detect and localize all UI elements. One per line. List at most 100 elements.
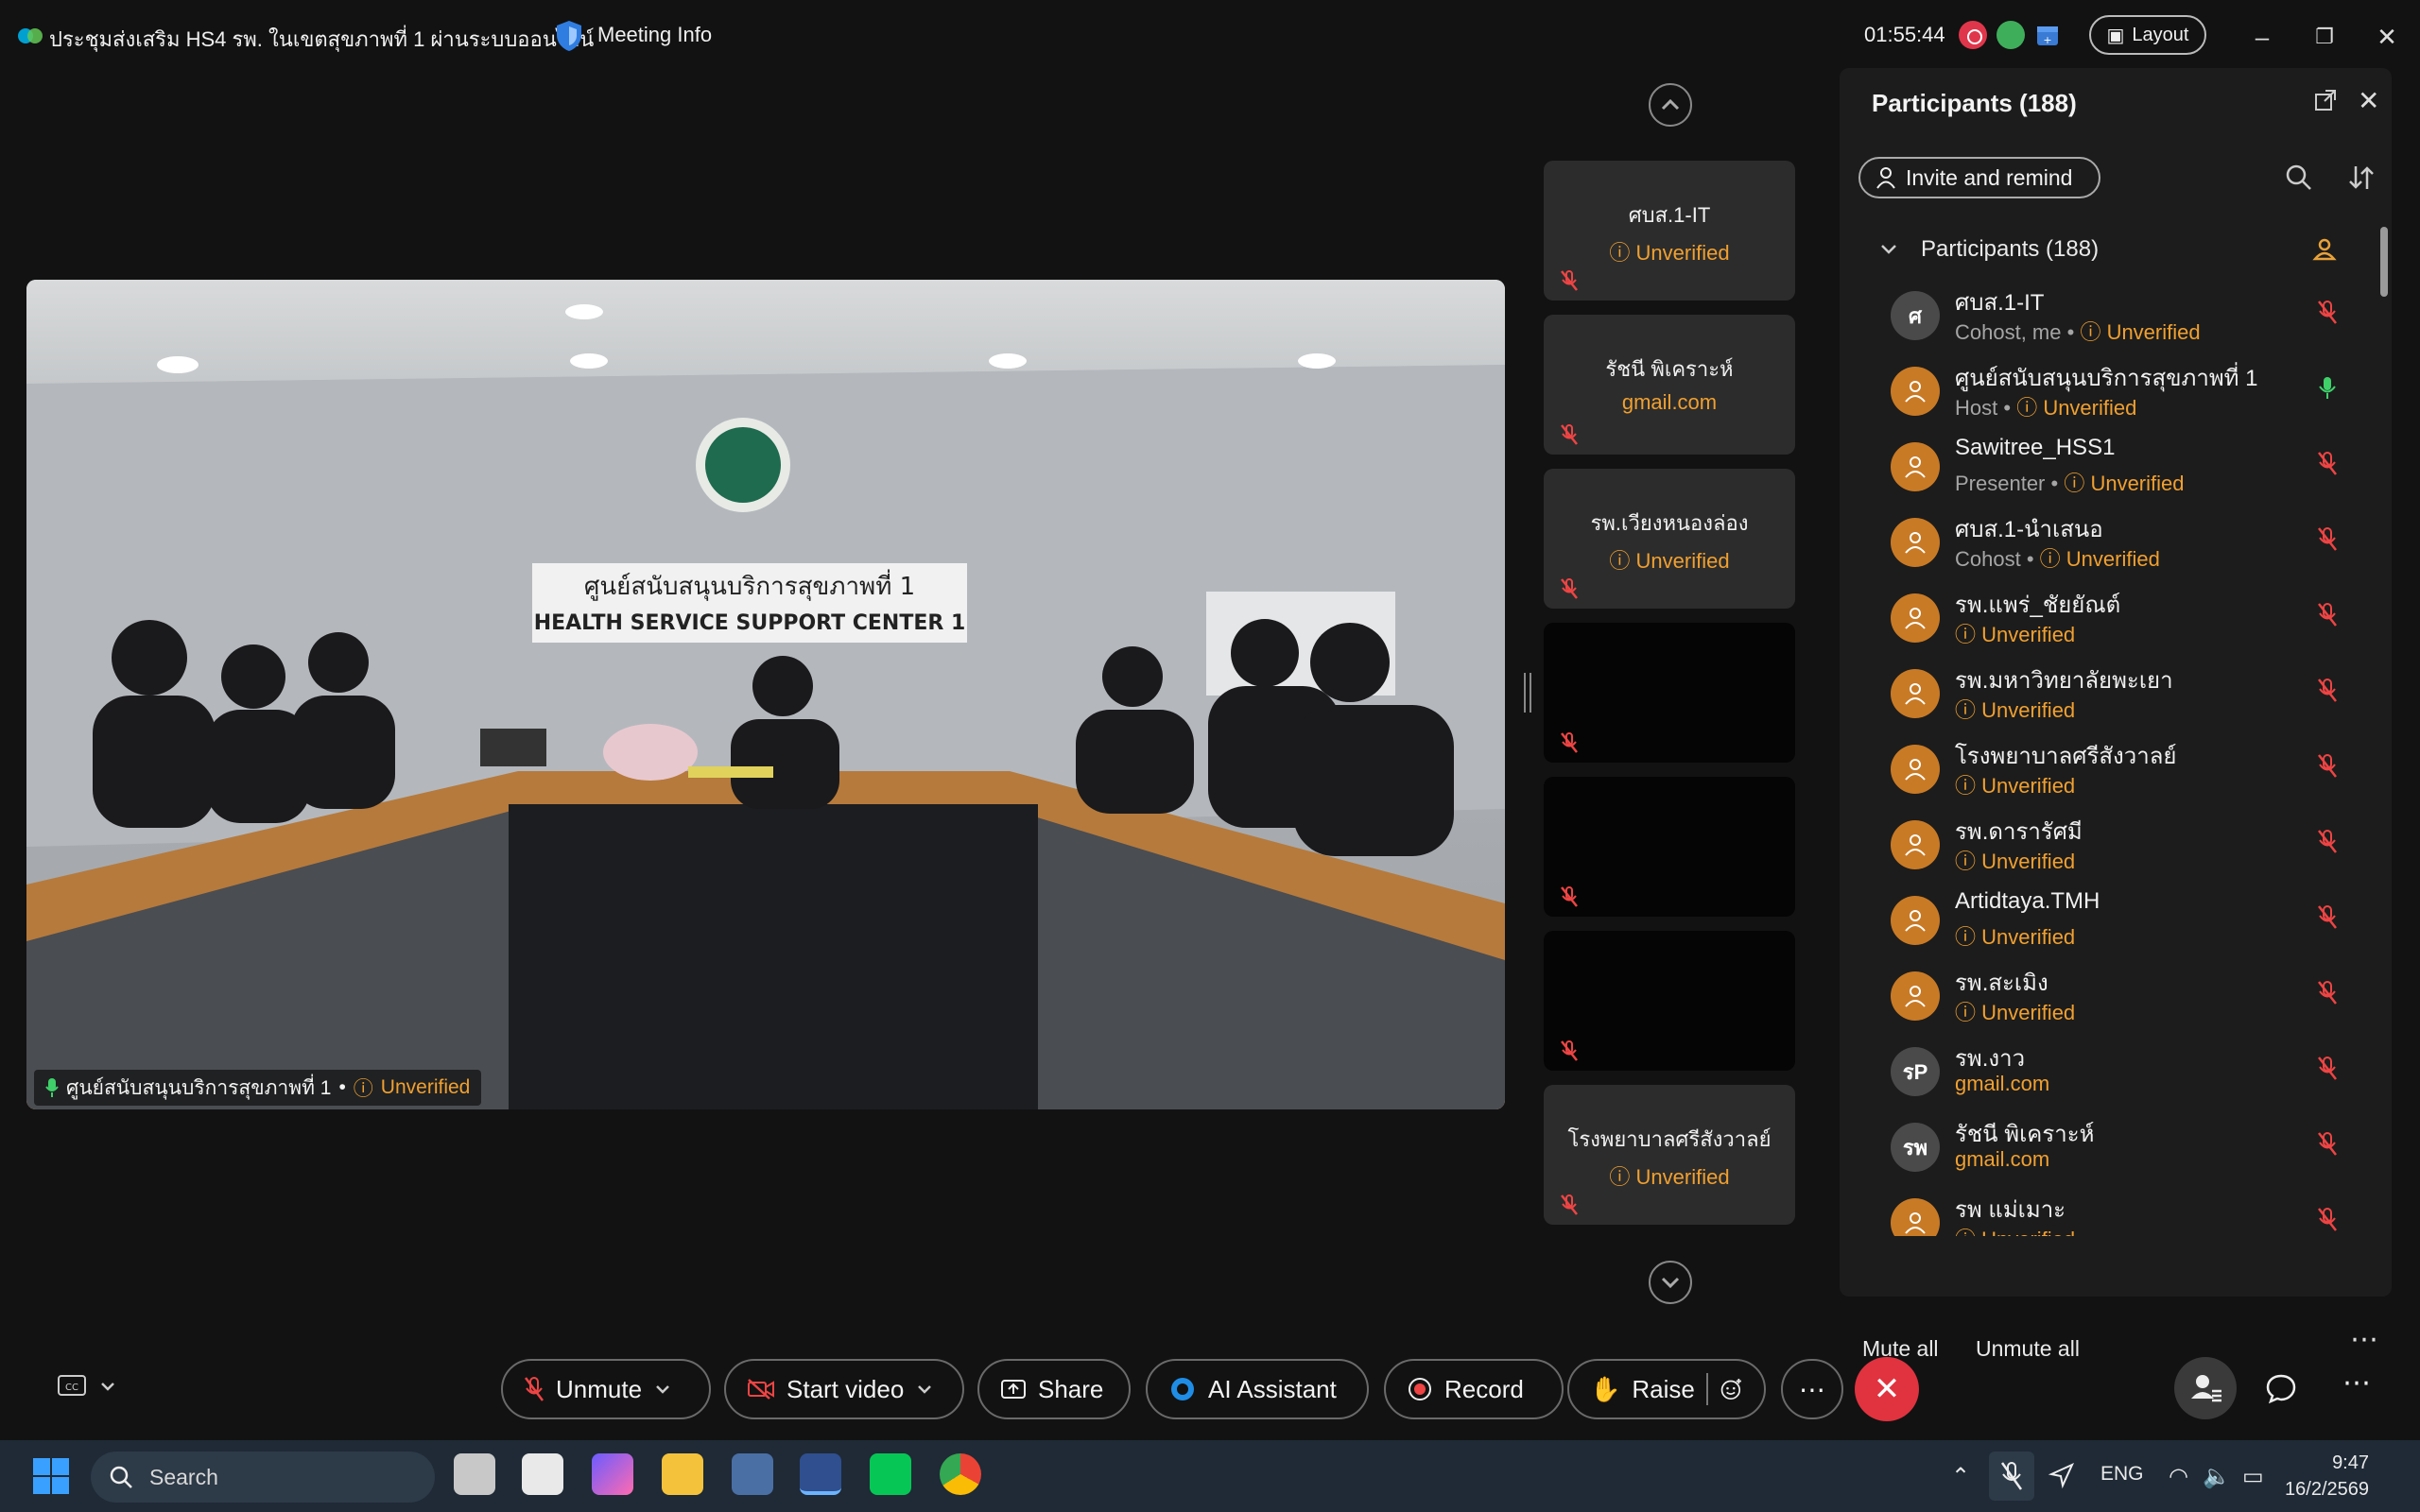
more-options-icon[interactable]: ⋯ xyxy=(2350,1323,2378,1356)
mic-muted-icon[interactable] xyxy=(2316,677,2339,703)
share-button[interactable]: Share xyxy=(977,1359,1131,1419)
participant-row[interactable]: รP รพ.งาว gmail.com xyxy=(1840,1040,2369,1115)
unmute-all-button[interactable]: Unmute all xyxy=(1976,1336,2080,1362)
file-explorer-icon[interactable] xyxy=(662,1453,703,1495)
line-app-icon[interactable] xyxy=(870,1453,911,1495)
shield-icon[interactable] xyxy=(554,19,584,53)
taskbar-clock[interactable]: 9:47 16/2/2569 xyxy=(2265,1450,2369,1503)
participant-role: Presenter xyxy=(1955,472,2046,495)
mic-on-icon xyxy=(45,1078,59,1097)
mic-mute-tray-icon[interactable] xyxy=(1989,1452,2034,1501)
participant-row[interactable]: Artidtaya.TMH ⓘ Unverified xyxy=(1840,888,2369,964)
mic-muted-icon[interactable] xyxy=(2316,1206,2339,1232)
chevron-down-icon[interactable] xyxy=(915,1380,934,1399)
participant-row[interactable]: รพ.แพร่_ชัยยัณต์ ⓘ Unverified xyxy=(1840,586,2369,662)
calendar-icon[interactable]: + xyxy=(2034,21,2063,49)
reactions-icon[interactable] xyxy=(1720,1375,1743,1403)
more-controls-button[interactable]: ⋯ xyxy=(1781,1359,1843,1419)
participant-thumbnail[interactable] xyxy=(1544,623,1795,763)
battery-icon[interactable]: ▭ xyxy=(2242,1463,2264,1490)
task-view-icon[interactable] xyxy=(454,1453,495,1495)
calculator-icon[interactable] xyxy=(732,1453,773,1495)
participant-thumbnail[interactable] xyxy=(1544,777,1795,917)
participant-row[interactable]: รพ.สะเมิง ⓘ Unverified xyxy=(1840,964,2369,1040)
chat-icon[interactable] xyxy=(2265,1372,2297,1404)
thumbnails-scroll-down-button[interactable] xyxy=(1649,1261,1692,1304)
close-window-icon[interactable]: ✕ xyxy=(2373,23,2401,51)
participant-row[interactable]: รพ รัชนี พิเคราะห์ gmail.com xyxy=(1840,1115,2369,1191)
webex-taskbar-icon[interactable] xyxy=(800,1453,841,1495)
tray-overflow-icon[interactable]: ⌃ xyxy=(1951,1463,1970,1490)
language-indicator[interactable]: ENG xyxy=(2100,1463,2144,1486)
windows-start-icon[interactable] xyxy=(32,1457,70,1495)
participant-row[interactable]: ศศบส.1-IT Cohost, me • ⓘ Unverified xyxy=(1840,284,2369,359)
ai-assistant-button[interactable]: AI Assistant xyxy=(1146,1359,1369,1419)
start-video-button[interactable]: Start video xyxy=(724,1359,964,1419)
main-video[interactable]: ศูนย์สนับสนุนบริการสุขภาพที่ 1 HEALTH SE… xyxy=(26,280,1505,1109)
participants-group-header[interactable]: Participants (188) xyxy=(1921,236,2099,263)
record-button[interactable]: Record xyxy=(1384,1359,1564,1419)
mic-muted-icon[interactable] xyxy=(2316,1130,2339,1157)
split-resize-handle[interactable] xyxy=(1524,673,1531,713)
layout-button[interactable]: ▣ Layout xyxy=(2089,15,2206,55)
chevron-down-icon[interactable] xyxy=(653,1380,672,1399)
participant-thumbnail[interactable]: โรงพยาบาลศรีสังวาลย์ ⓘ Unverified xyxy=(1544,1085,1795,1225)
panel-scrollbar[interactable] xyxy=(2380,227,2388,297)
mute-all-button[interactable]: Mute all xyxy=(1862,1336,1939,1362)
participant-row[interactable]: Sawitree_HSS1 Presenter • ⓘ Unverified xyxy=(1840,435,2369,510)
taskbar-search[interactable]: Search xyxy=(91,1452,435,1503)
chrome-icon[interactable] xyxy=(940,1453,981,1495)
participant-row[interactable]: ศูนย์สนับสนุนบริการสุขภาพที่ 1 Host • ⓘ U… xyxy=(1840,359,2369,435)
invite-and-remind-button[interactable]: Invite and remind xyxy=(1858,157,2100,198)
participant-row[interactable]: รพ.มหาวิทยาลัยพะเยา ⓘ Unverified xyxy=(1840,662,2369,737)
participant-thumbnail[interactable] xyxy=(1544,931,1795,1071)
mic-muted-icon xyxy=(1557,1039,1582,1063)
avatar xyxy=(1891,367,1940,416)
raise-hand-button[interactable]: ✋ Raise xyxy=(1567,1359,1766,1419)
leave-meeting-button[interactable]: ✕ xyxy=(1855,1357,1919,1421)
participant-row[interactable]: รพ.ดารารัศมี ⓘ Unverified xyxy=(1840,813,2369,888)
search-icon[interactable] xyxy=(2284,163,2314,193)
participant-role: Cohost xyxy=(1955,547,2021,571)
stats-icon[interactable] xyxy=(1996,21,2025,49)
participant-row[interactable]: รพ แม่เมาะⓘ Unverified xyxy=(1840,1191,2369,1236)
participants-toggle-button[interactable] xyxy=(2174,1357,2237,1419)
unverified-icon: ⓘ xyxy=(1955,925,1982,949)
participant-thumbnail[interactable]: รพ.เวียงหนองล่อง ⓘ Unverified xyxy=(1544,469,1795,609)
mic-muted-icon[interactable] xyxy=(2316,525,2339,552)
unverified-icon: ⓘ xyxy=(1955,623,1982,646)
copilot-icon[interactable] xyxy=(592,1453,633,1495)
chevron-down-icon[interactable] xyxy=(1877,238,1900,261)
snipping-tool-icon[interactable] xyxy=(522,1453,563,1495)
separator: • xyxy=(2045,472,2065,495)
meeting-info-button[interactable]: Meeting Info xyxy=(597,23,712,47)
mic-muted-icon[interactable] xyxy=(2316,299,2339,325)
mic-on-icon[interactable] xyxy=(2316,374,2339,401)
minimize-icon[interactable]: – xyxy=(2248,23,2276,51)
mic-muted-icon[interactable] xyxy=(2316,450,2339,476)
mic-muted-icon[interactable] xyxy=(2316,601,2339,627)
captions-button[interactable]: CC xyxy=(57,1374,117,1399)
wifi-icon[interactable]: ◠ xyxy=(2169,1463,2188,1490)
close-panel-icon[interactable]: ✕ xyxy=(2358,85,2379,116)
mic-muted-icon[interactable] xyxy=(2316,828,2339,854)
mic-muted-icon[interactable] xyxy=(2316,903,2339,930)
location-icon[interactable] xyxy=(2048,1461,2076,1489)
participant-status: Unverified xyxy=(2066,547,2160,571)
participant-thumbnail[interactable]: ศบส.1-IT ⓘ Unverified xyxy=(1544,161,1795,301)
pop-out-icon[interactable] xyxy=(2312,87,2341,115)
thumbnail-status-text: Unverified xyxy=(1635,1165,1730,1189)
mic-muted-icon[interactable] xyxy=(2316,1055,2339,1081)
mic-muted-icon[interactable] xyxy=(2316,752,2339,779)
thumbnails-scroll-up-button[interactable] xyxy=(1649,83,1692,127)
restore-icon[interactable]: ❐ xyxy=(2310,23,2339,51)
participant-row[interactable]: ศบส.1-นำเสนอ Cohost • ⓘ Unverified xyxy=(1840,510,2369,586)
participant-row[interactable]: โรงพยาบาลศรีสังวาลย์ ⓘ Unverified xyxy=(1840,737,2369,813)
more-panels-icon[interactable]: ⋯ xyxy=(2342,1366,2371,1400)
volume-icon[interactable]: 🔈 xyxy=(2203,1463,2231,1490)
recording-indicator-icon[interactable] xyxy=(1959,21,1987,49)
unmute-button[interactable]: Unmute xyxy=(501,1359,711,1419)
sort-icon[interactable] xyxy=(2346,163,2377,193)
participant-thumbnail[interactable]: รัชนี พิเคราะห์ gmail.com xyxy=(1544,315,1795,455)
mic-muted-icon[interactable] xyxy=(2316,979,2339,1005)
